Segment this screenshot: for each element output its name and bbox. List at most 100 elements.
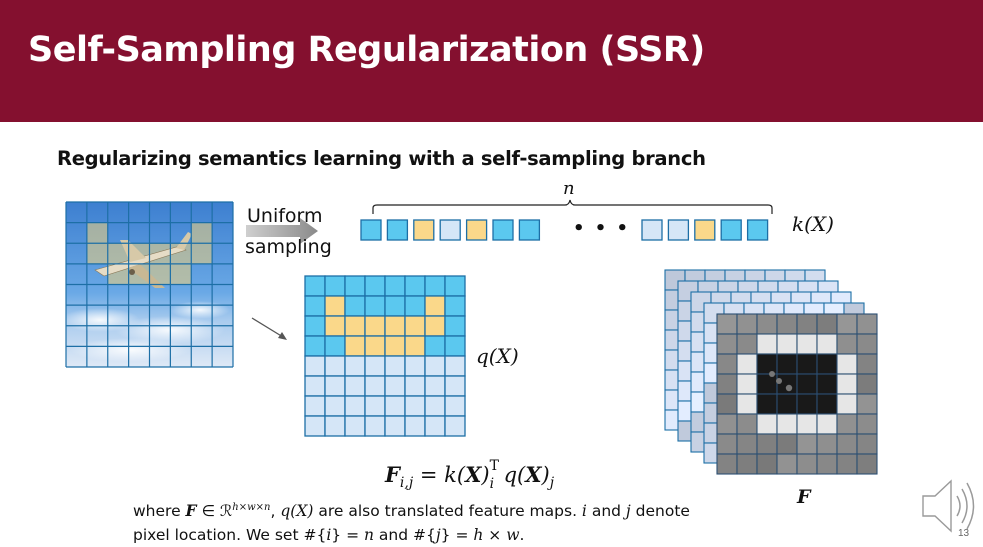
- f-cell: [816, 353, 838, 375]
- k-cell: [386, 219, 409, 241]
- q-cell: [404, 295, 426, 317]
- q-cell: [444, 355, 466, 377]
- q-cell: [444, 415, 466, 437]
- f-cell: [736, 433, 758, 455]
- sampling-label-uniform: Uniform: [247, 205, 323, 227]
- k-cell: [641, 219, 663, 241]
- f-cell: [836, 373, 858, 395]
- f-cell: [816, 393, 838, 415]
- q-cell: [344, 415, 366, 437]
- f-cell: [716, 453, 738, 475]
- f-cell: [816, 453, 838, 475]
- q-label: q(X): [476, 344, 519, 368]
- q-cell: [404, 355, 426, 377]
- q-cell: [404, 375, 426, 397]
- f-cell: [736, 373, 758, 395]
- q-cell: [304, 355, 326, 377]
- f-feature-stack: [664, 269, 878, 475]
- caption-eq1: } =: [331, 526, 364, 545]
- f-cell: [716, 373, 738, 395]
- f-cell: [836, 313, 858, 335]
- q-cell: [324, 295, 346, 317]
- f-cell: [856, 433, 878, 455]
- f-cell: [776, 453, 798, 475]
- k-cell: [492, 219, 514, 241]
- eq-k: = k(: [413, 463, 466, 487]
- q-cell: [424, 395, 446, 417]
- f-cell: [736, 393, 758, 415]
- f-cell: [856, 453, 878, 475]
- caption-qx: q(X): [280, 502, 314, 521]
- q-cell: [304, 375, 326, 397]
- f-cell: [836, 453, 858, 475]
- q-cell: [364, 415, 386, 437]
- f-cell: [776, 413, 798, 435]
- eq-sub-j: j: [549, 475, 555, 492]
- f-dot: [769, 371, 775, 377]
- q-cell: [424, 295, 446, 317]
- equation: Fi,j = k(X) Ti q(X)j: [385, 458, 555, 492]
- f-cell: [816, 313, 838, 335]
- f-cell: [736, 313, 758, 335]
- q-cell: [344, 315, 366, 337]
- q-cell: [304, 335, 326, 357]
- k-cell: [465, 219, 488, 241]
- f-cell: [756, 333, 778, 355]
- q-cell: [384, 275, 406, 297]
- q-cell: [444, 275, 466, 297]
- eq-X2: X: [525, 462, 542, 487]
- f-cell: [796, 453, 818, 475]
- caption-n: n: [363, 526, 374, 545]
- k-cell: [518, 219, 541, 241]
- f-cell: [776, 373, 798, 395]
- eq-sup-T: T: [489, 458, 499, 474]
- mapping-arrow: [251, 317, 287, 340]
- caption-in: ∈ ℛ: [196, 502, 233, 521]
- q-cell: [304, 295, 326, 317]
- f-cell: [796, 393, 818, 415]
- q-cell: [444, 295, 466, 317]
- k-cell: [413, 219, 435, 241]
- q-cell: [384, 395, 406, 417]
- q-cell: [304, 415, 326, 437]
- q-cell: [404, 315, 426, 337]
- f-cell: [716, 413, 738, 435]
- q-cell: [324, 335, 346, 357]
- f-cell: [856, 413, 878, 435]
- f-dot: [785, 384, 793, 392]
- caption-and2: and #{: [373, 526, 436, 545]
- n-brace: [372, 199, 773, 214]
- q-cell: [424, 415, 446, 437]
- f-cell: [716, 313, 738, 335]
- f-cell: [736, 453, 758, 475]
- q-cell: [424, 355, 446, 377]
- caption-dims: h×w×n: [232, 502, 271, 513]
- q-cell: [344, 355, 366, 377]
- caption-and: and: [586, 502, 626, 521]
- k-cell: [694, 219, 716, 241]
- k-cell: [360, 219, 382, 241]
- q-cell: [324, 395, 346, 417]
- q-cell: [364, 375, 386, 397]
- speaker-icon[interactable]: [922, 479, 975, 533]
- q-cell: [324, 355, 346, 377]
- n-label: n: [563, 178, 575, 199]
- q-cell: [424, 315, 446, 337]
- caption-F: F: [185, 501, 197, 521]
- q-cell: [344, 295, 366, 317]
- f-cell: [836, 413, 858, 435]
- q-cell: [444, 375, 466, 397]
- k-vector: [360, 219, 769, 241]
- q-cell: [444, 335, 466, 357]
- k-cell: [439, 219, 461, 241]
- eq-sub-i: i: [489, 476, 495, 492]
- f-dot: [776, 378, 782, 384]
- q-cell: [444, 395, 466, 417]
- f-cell: [776, 313, 798, 335]
- eq-sub-ij: i,j: [399, 475, 414, 492]
- f-cell: [796, 353, 818, 375]
- f-cell: [716, 433, 738, 455]
- k-cell: [720, 219, 742, 241]
- eq-close2: ): [541, 463, 550, 487]
- f-cell: [856, 373, 878, 395]
